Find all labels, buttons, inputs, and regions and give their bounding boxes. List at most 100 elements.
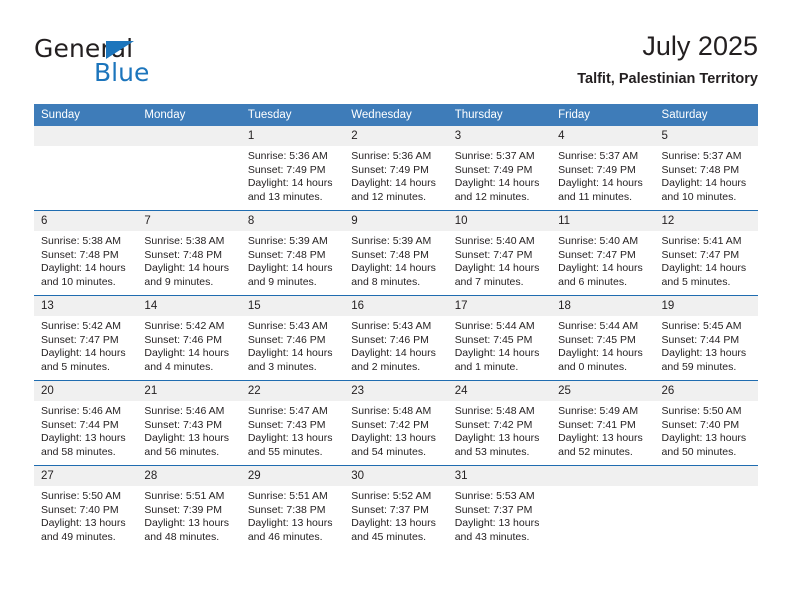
sunrise-text: Sunrise: 5:47 AM [247,405,328,417]
calendar-day-cell[interactable]: 1 Sunrise: 5:36 AM Sunset: 7:49 PM Daylight… [240,126,345,211]
calendar-day-cell[interactable]: 13 Sunrise: 5:42 AM Sunset: 7:47 PM Dayligh… [34,295,138,381]
day-cell-details: Sunrise: 5:36 AM Sunset: 7:49 PM Daylight:… [241,146,344,204]
day-number: 19 [654,296,758,316]
sunrise-text: Sunrise: 5:39 AM [351,235,432,247]
sunrise-text: Sunrise: 5:50 AM [41,490,121,502]
daylight-text: Daylight: 13 hours and 48 minutes. [144,517,230,543]
calendar-day-cell[interactable]: 15 Sunrise: 5:43 AM Sunset: 7:46 PM Dayligh… [240,295,345,381]
day-number: 13 [34,296,138,316]
calendar-day-cell[interactable]: 30 Sunrise: 5:52 AM Sunset: 7:37 PM Dayligh… [344,465,448,550]
day-cell-details: Sunrise: 5:37 AM Sunset: 7:49 PM Daylight:… [551,146,654,204]
calendar-page: General Blue July 2025 Talfit, Palestini… [0,0,792,612]
calendar-day-cell[interactable]: 3 Sunrise: 5:37 AM Sunset: 7:49 PM Daylight… [447,126,552,211]
day-number: 24 [447,381,552,401]
sunset-text: Sunset: 7:47 PM [41,333,119,346]
day-number [551,466,655,486]
calendar-day-cell[interactable]: 14 Sunrise: 5:42 AM Sunset: 7:46 PM Dayligh… [137,295,241,381]
calendar-day-cell[interactable]: 4 Sunrise: 5:37 AM Sunset: 7:49 PM Daylight… [551,126,655,211]
calendar-day-cell[interactable]: 7 Sunrise: 5:38 AM Sunset: 7:48 PM Daylight… [137,210,241,296]
sunrise-text: Sunrise: 5:38 AM [41,235,121,247]
calendar-day-cell[interactable]: 5 Sunrise: 5:37 AM Sunset: 7:48 PM Daylight… [654,126,758,211]
day-cell-inner: 26 Sunrise: 5:50 AM Sunset: 7:40 PM Dayligh… [654,381,758,465]
day-number: 4 [551,126,655,146]
day-cell-inner: 27 Sunrise: 5:50 AM Sunset: 7:40 PM Dayligh… [34,466,138,550]
brand-name-blue: Blue [94,58,150,87]
weekday-header-thursday: Thursday [447,104,552,126]
weekday-header-friday: Friday [551,104,655,126]
daylight-text: Daylight: 13 hours and 43 minutes. [454,517,540,543]
calendar-day-cell[interactable]: 28 Sunrise: 5:51 AM Sunset: 7:39 PM Dayligh… [137,465,241,550]
day-cell-inner: 13 Sunrise: 5:42 AM Sunset: 7:47 PM Dayligh… [34,296,138,380]
day-number: 18 [551,296,655,316]
calendar-day-cell[interactable]: 22 Sunrise: 5:47 AM Sunset: 7:43 PM Dayligh… [240,380,345,466]
day-cell-details: Sunrise: 5:43 AM Sunset: 7:46 PM Daylight:… [344,316,447,374]
day-cell-details: Sunrise: 5:43 AM Sunset: 7:46 PM Daylight:… [241,316,344,374]
sunrise-text: Sunrise: 5:37 AM [454,150,535,162]
day-cell-inner: 16 Sunrise: 5:43 AM Sunset: 7:46 PM Dayligh… [344,296,448,380]
calendar-day-cell[interactable]: 8 Sunrise: 5:39 AM Sunset: 7:48 PM Daylight… [240,210,345,296]
day-cell-inner: 24 Sunrise: 5:48 AM Sunset: 7:42 PM Dayligh… [447,381,552,465]
day-cell-inner: 30 Sunrise: 5:52 AM Sunset: 7:37 PM Dayligh… [344,466,448,550]
weekday-header-monday: Monday [137,104,241,126]
day-cell-inner: 25 Sunrise: 5:49 AM Sunset: 7:41 PM Dayligh… [551,381,655,465]
day-cell-inner: 5 Sunrise: 5:37 AM Sunset: 7:48 PM Daylight… [654,126,758,210]
day-number: 30 [344,466,448,486]
day-number: 14 [137,296,241,316]
day-cell-details: Sunrise: 5:49 AM Sunset: 7:41 PM Daylight:… [551,401,654,459]
calendar-day-cell[interactable]: 31 Sunrise: 5:53 AM Sunset: 7:37 PM Dayligh… [447,465,552,550]
sunrise-text: Sunrise: 5:48 AM [351,405,432,417]
calendar-day-cell[interactable]: 25 Sunrise: 5:49 AM Sunset: 7:41 PM Dayligh… [551,380,655,466]
day-number: 5 [654,126,758,146]
calendar-day-cell[interactable]: 16 Sunrise: 5:43 AM Sunset: 7:46 PM Dayligh… [344,295,448,381]
day-number: 10 [447,211,552,231]
daylight-text: Daylight: 14 hours and 1 minute. [454,347,540,373]
calendar-day-cell-empty [654,465,758,550]
day-cell-inner: 10 Sunrise: 5:40 AM Sunset: 7:47 PM Dayligh… [447,211,552,295]
calendar-day-cell[interactable]: 6 Sunrise: 5:38 AM Sunset: 7:48 PM Daylight… [34,210,138,296]
day-cell-inner: 2 Sunrise: 5:36 AM Sunset: 7:49 PM Daylight… [344,126,448,210]
calendar-day-cell[interactable]: 10 Sunrise: 5:40 AM Sunset: 7:47 PM Dayligh… [447,210,552,296]
day-number: 16 [344,296,448,316]
sunrise-text: Sunrise: 5:41 AM [661,235,742,247]
calendar-day-cell[interactable]: 19 Sunrise: 5:45 AM Sunset: 7:44 PM Dayligh… [654,295,758,381]
calendar-day-cell[interactable]: 29 Sunrise: 5:51 AM Sunset: 7:38 PM Dayligh… [240,465,345,550]
sunset-text: Sunset: 7:45 PM [558,333,636,346]
calendar-day-cell[interactable]: 12 Sunrise: 5:41 AM Sunset: 7:47 PM Dayligh… [654,210,758,296]
day-number: 7 [137,211,241,231]
calendar-day-cell[interactable]: 27 Sunrise: 5:50 AM Sunset: 7:40 PM Dayligh… [34,465,138,550]
day-number: 17 [447,296,552,316]
calendar-day-cell-empty [34,126,138,211]
sunset-text: Sunset: 7:44 PM [661,333,740,346]
calendar-day-cell[interactable]: 24 Sunrise: 5:48 AM Sunset: 7:42 PM Dayligh… [447,380,552,466]
calendar-day-cell[interactable]: 26 Sunrise: 5:50 AM Sunset: 7:40 PM Dayligh… [654,380,758,466]
calendar-day-cell[interactable]: 11 Sunrise: 5:40 AM Sunset: 7:47 PM Dayligh… [551,210,655,296]
day-cell-details: Sunrise: 5:48 AM Sunset: 7:42 PM Daylight:… [344,401,447,459]
calendar-day-cell[interactable]: 20 Sunrise: 5:46 AM Sunset: 7:44 PM Dayligh… [34,380,138,466]
sunrise-text: Sunrise: 5:38 AM [144,235,225,247]
calendar-week-row: 1 Sunrise: 5:36 AM Sunset: 7:49 PM Daylight… [34,126,758,211]
calendar-day-cell[interactable]: 18 Sunrise: 5:44 AM Sunset: 7:45 PM Dayligh… [551,295,655,381]
sunset-text: Sunset: 7:49 PM [351,163,429,176]
day-number: 6 [34,211,138,231]
daylight-text: Daylight: 14 hours and 0 minutes. [558,347,643,373]
calendar-day-cell[interactable]: 23 Sunrise: 5:48 AM Sunset: 7:42 PM Dayligh… [344,380,448,466]
calendar-day-cell[interactable]: 9 Sunrise: 5:39 AM Sunset: 7:48 PM Daylight… [344,210,448,296]
day-cell-inner: 14 Sunrise: 5:42 AM Sunset: 7:46 PM Dayligh… [137,296,241,380]
day-cell-inner: 22 Sunrise: 5:47 AM Sunset: 7:43 PM Dayligh… [240,381,345,465]
sunset-text: Sunset: 7:48 PM [351,248,429,261]
daylight-text: Daylight: 13 hours and 46 minutes. [247,517,333,543]
sunset-text: Sunset: 7:40 PM [661,418,740,431]
calendar-day-cell[interactable]: 21 Sunrise: 5:46 AM Sunset: 7:43 PM Dayligh… [137,380,241,466]
day-cell-inner: 9 Sunrise: 5:39 AM Sunset: 7:48 PM Daylight… [344,211,448,295]
sunrise-text: Sunrise: 5:44 AM [454,320,535,332]
sunset-text: Sunset: 7:49 PM [247,163,326,176]
day-cell-details: Sunrise: 5:46 AM Sunset: 7:43 PM Daylight:… [137,401,240,459]
sunrise-text: Sunrise: 5:37 AM [558,150,639,162]
general-blue-logo[interactable]: General Blue [34,36,264,94]
calendar-day-cell[interactable]: 2 Sunrise: 5:36 AM Sunset: 7:49 PM Daylight… [344,126,448,211]
calendar-day-cell[interactable]: 17 Sunrise: 5:44 AM Sunset: 7:45 PM Dayligh… [447,295,552,381]
calendar-table: Sunday Monday Tuesday Wednesday Thursday… [34,104,758,550]
weekday-header-saturday: Saturday [654,104,758,126]
day-cell-inner: 21 Sunrise: 5:46 AM Sunset: 7:43 PM Dayligh… [137,381,241,465]
day-cell-inner: 11 Sunrise: 5:40 AM Sunset: 7:47 PM Dayligh… [551,211,655,295]
